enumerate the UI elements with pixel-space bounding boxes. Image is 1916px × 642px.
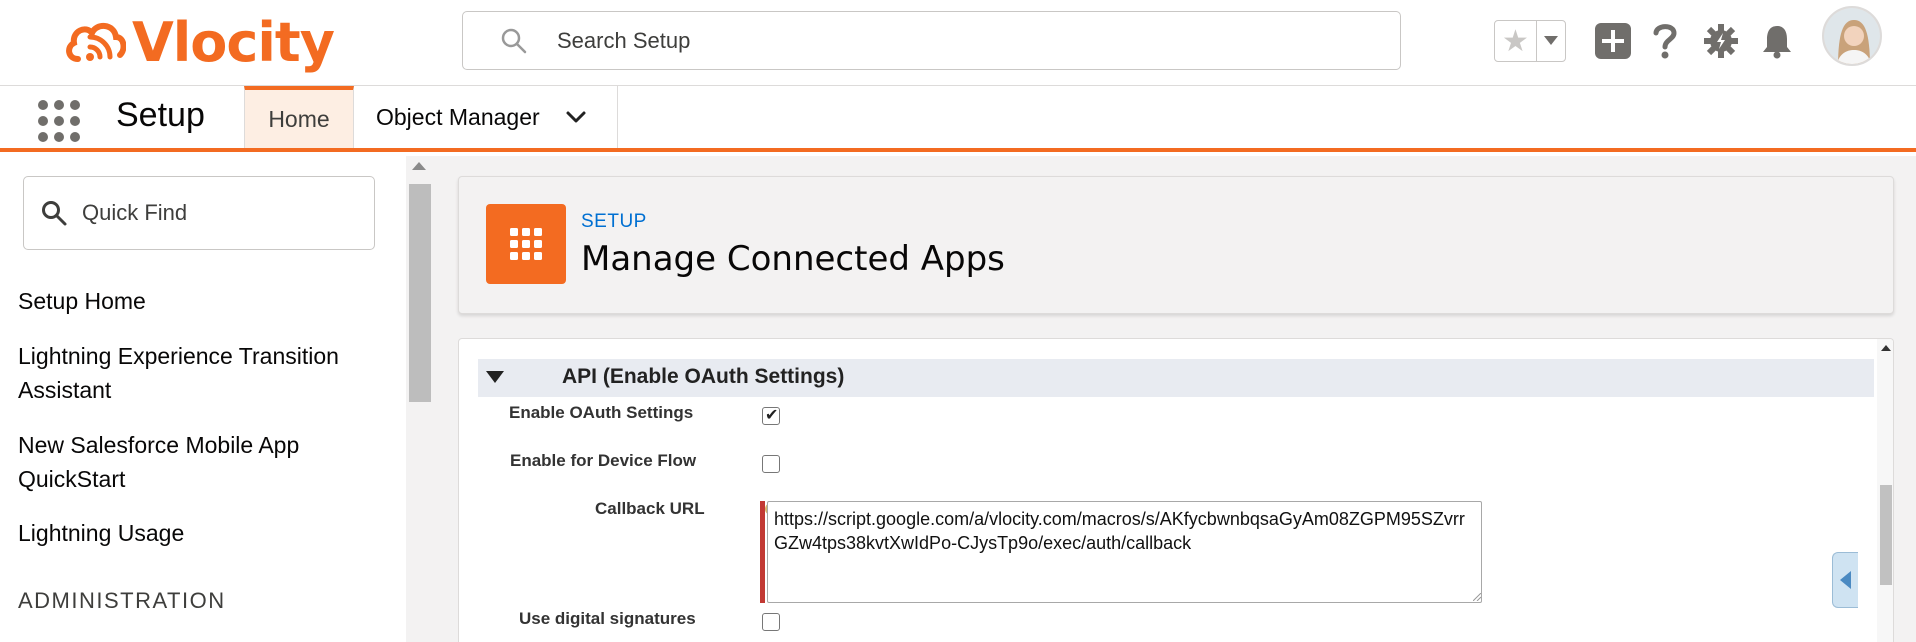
section-title: API (Enable OAuth Settings) — [562, 365, 845, 388]
bell-icon — [1763, 26, 1791, 59]
notifications-button[interactable] — [1756, 20, 1798, 62]
scroll-up-arrow-icon[interactable] — [1881, 345, 1891, 351]
logo-text: Vlocity — [132, 10, 335, 74]
tab-object-manager[interactable]: Object Manager — [354, 86, 618, 148]
global-actions-button[interactable] — [1592, 20, 1634, 62]
setup-gear-button[interactable] — [1700, 20, 1742, 62]
section-header-api[interactable]: API (Enable OAuth Settings) — [478, 359, 1874, 397]
page-title: Manage Connected Apps — [581, 239, 1005, 279]
label-digital-signatures: Use digital signatures — [519, 609, 696, 628]
scrollbar-thumb[interactable] — [409, 184, 431, 402]
label-enable-oauth: Enable OAuth Settings — [509, 403, 694, 422]
sidebar-item-lightning-usage[interactable]: Lightning Usage — [18, 516, 358, 550]
search-icon — [501, 28, 527, 53]
required-indicator — [760, 501, 765, 603]
main-content: SETUP Manage Connected Apps API (Enable … — [434, 156, 1916, 642]
favorites-control[interactable]: ★ — [1494, 20, 1566, 62]
callback-url-textarea[interactable]: https://script.google.com/a/vlocity.com/… — [767, 501, 1482, 603]
digital-signatures-checkbox[interactable] — [762, 613, 780, 631]
quick-find-input[interactable]: Quick Find — [23, 176, 375, 250]
gear-icon — [1704, 24, 1738, 58]
user-photo-icon — [1824, 8, 1880, 64]
app-nav-bar: Setup Home Object Manager — [0, 86, 1916, 152]
sidebar-item-setup-home[interactable]: Setup Home — [18, 284, 358, 318]
global-header: Vlocity Search Setup ★ — [0, 0, 1916, 86]
scroll-up-arrow-icon[interactable] — [412, 162, 426, 170]
content-scrollbar[interactable] — [1877, 339, 1893, 642]
tab-home[interactable]: Home — [244, 86, 354, 148]
enable-oauth-checkbox[interactable] — [762, 405, 780, 425]
label-callback-url: Callback URL — [595, 499, 705, 518]
app-name: Setup — [116, 96, 205, 134]
scrollbar-thumb[interactable] — [1880, 485, 1892, 585]
breadcrumb-setup[interactable]: SETUP — [581, 211, 647, 233]
search-placeholder: Search Setup — [557, 27, 691, 53]
tab-object-manager-label: Object Manager — [376, 103, 540, 130]
help-button[interactable] — [1644, 20, 1686, 62]
label-device-flow: Enable for Device Flow — [510, 451, 697, 470]
device-flow-checkbox[interactable] — [762, 455, 780, 473]
quick-find-placeholder: Quick Find — [82, 200, 188, 225]
favorites-dropdown-button[interactable] — [1537, 21, 1565, 61]
vlocity-logo[interactable]: Vlocity — [64, 10, 335, 74]
cloud-signal-icon — [66, 23, 126, 62]
collapse-caret-icon[interactable] — [486, 371, 504, 383]
global-search-input[interactable]: Search Setup — [462, 11, 1401, 70]
plus-icon — [1595, 23, 1631, 59]
app-grid-icon — [486, 204, 566, 284]
question-icon — [1653, 24, 1677, 59]
oauth-settings-card: API (Enable OAuth Settings) Enable OAuth… — [458, 338, 1894, 642]
page-header: SETUP Manage Connected Apps — [458, 176, 1894, 314]
chevron-down-icon[interactable] — [564, 105, 588, 129]
sidebar-item-mobile-quickstart[interactable]: New Salesforce Mobile App QuickStart — [18, 428, 358, 496]
setup-sidebar: Quick Find Setup Home Lightning Experien… — [0, 156, 406, 642]
star-icon[interactable]: ★ — [1495, 21, 1537, 61]
side-panel-toggle[interactable] — [1832, 552, 1858, 608]
search-icon — [42, 201, 67, 226]
caret-down-icon — [1544, 36, 1558, 45]
resize-grip-icon[interactable] — [1473, 593, 1481, 601]
app-launcher-grid-icon[interactable] — [36, 98, 82, 144]
sidebar-scrollbar[interactable] — [406, 156, 434, 642]
sidebar-section-heading: ADMINISTRATION — [18, 588, 226, 613]
sidebar-item-lightning-transition[interactable]: Lightning Experience Transition Assistan… — [18, 339, 358, 407]
user-avatar[interactable] — [1822, 6, 1882, 66]
